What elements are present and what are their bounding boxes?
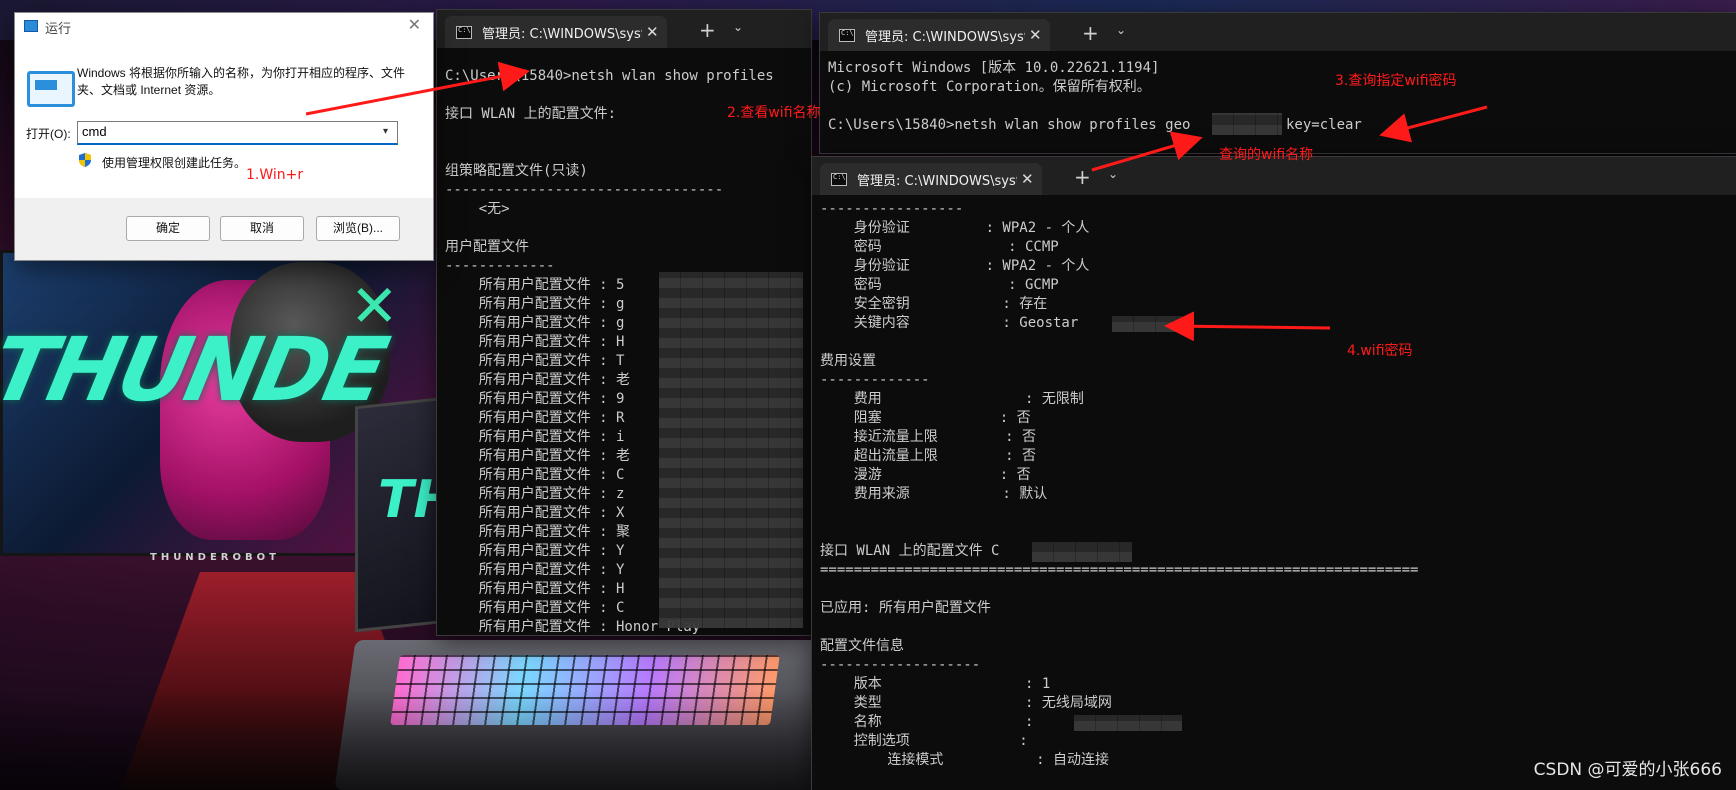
arrow-to-password xyxy=(1164,311,1331,342)
csdn-watermark: CSDN @可爱的小张666 xyxy=(1533,760,1722,780)
arrow-to-key-clear xyxy=(1379,105,1488,143)
annotation-arrows xyxy=(305,61,1488,342)
arrow-to-command xyxy=(305,61,530,116)
arrow-to-wifi-name xyxy=(1091,131,1203,172)
